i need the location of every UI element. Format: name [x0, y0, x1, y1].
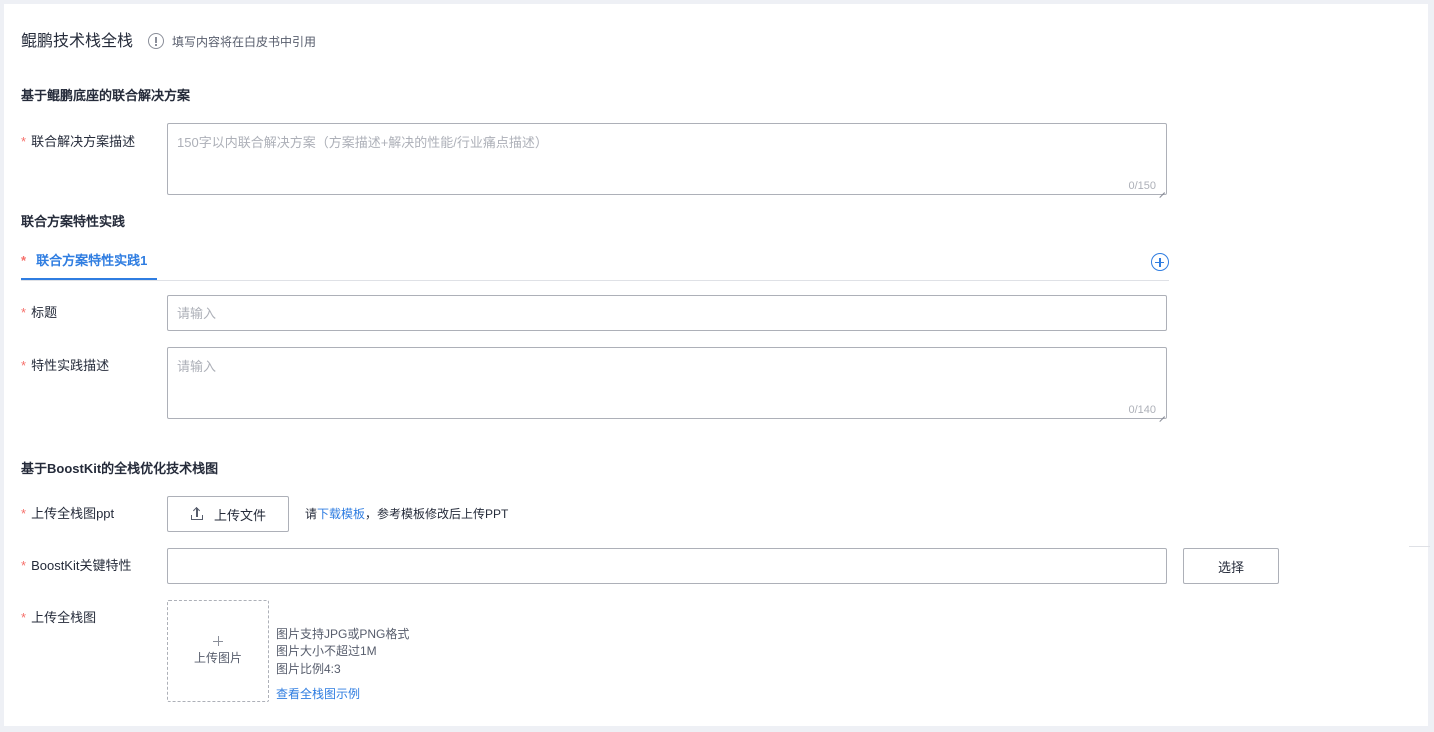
image-format-tip: 图片支持JPG或PNG格式	[276, 627, 410, 641]
practice-title-placeholder: 请输入	[177, 306, 217, 321]
ppt-upload-label-text: 上传全栈图ppt	[31, 506, 115, 521]
tab-feature-practice-1-label: 联合方案特性实践1	[36, 253, 148, 268]
tip-suffix: ，参考模板修改后上传PPT	[365, 507, 509, 521]
practice-title-label-text: 标题	[31, 305, 58, 320]
tab-feature-practice-1[interactable]: * 联合方案特性实践1	[21, 253, 147, 269]
info-icon	[148, 33, 164, 49]
tab-divider	[21, 280, 1169, 281]
image-size-tip: 图片大小不超过1M	[276, 644, 377, 658]
ppt-upload-label: * 上传全栈图ppt	[21, 506, 114, 522]
required-mark: *	[21, 253, 27, 268]
required-mark: *	[21, 305, 27, 320]
image-upload-label-text: 上传全栈图	[31, 610, 97, 625]
ppt-template-tip: 请下载模板，参考模板修改后上传PPT	[305, 507, 508, 521]
form-card: 鲲鹏技术栈全栈 填写内容将在白皮书中引用 基于鲲鹏底座的联合解决方案 * 联合解决…	[4, 4, 1428, 726]
practice-title-input[interactable]: 请输入	[167, 295, 1167, 331]
practice-desc-label: * 特性实践描述	[21, 358, 109, 374]
required-mark: *	[21, 506, 27, 521]
practice-desc-textarea[interactable]: 请输入 0/140	[167, 347, 1167, 419]
select-feature-button[interactable]: 选择	[1183, 548, 1279, 584]
add-tab-icon[interactable]	[1151, 253, 1169, 271]
resize-handle-icon[interactable]	[1159, 411, 1165, 417]
section-title-feature-practice: 联合方案特性实践	[21, 214, 126, 229]
solution-desc-textarea[interactable]: 150字以内联合解决方案（方案描述+解决的性能/行业痛点描述） 0/150	[167, 123, 1167, 195]
required-mark: *	[21, 610, 27, 625]
page-title: 鲲鹏技术栈全栈	[21, 33, 134, 50]
practice-desc-label-text: 特性实践描述	[31, 358, 110, 373]
practice-desc-placeholder: 请输入	[177, 359, 217, 374]
boostkit-feature-input[interactable]	[167, 548, 1167, 584]
side-divider	[1409, 546, 1430, 547]
download-template-link[interactable]: 下载模板	[317, 507, 365, 521]
tip-prefix: 请	[305, 507, 318, 521]
section-title-boostkit: 基于BoostKit的全栈优化技术栈图	[21, 461, 219, 476]
upload-file-button-label: 上传文件	[213, 507, 266, 523]
solution-desc-label-text: 联合解决方案描述	[31, 134, 136, 149]
resize-handle-icon[interactable]	[1159, 187, 1165, 193]
upload-icon	[190, 507, 204, 521]
required-mark: *	[21, 358, 27, 373]
plus-icon	[213, 636, 223, 646]
boostkit-feature-label: * BoostKit关键特性	[21, 558, 131, 574]
view-example-link[interactable]: 查看全栈图示例	[276, 687, 360, 701]
image-ratio-tip: 图片比例4:3	[276, 662, 341, 676]
required-mark: *	[21, 134, 27, 149]
boostkit-feature-label-text: BoostKit关键特性	[31, 558, 132, 573]
upload-file-button[interactable]: 上传文件	[167, 496, 289, 532]
solution-desc-label: * 联合解决方案描述	[21, 134, 135, 150]
image-upload-label: * 上传全栈图	[21, 610, 96, 626]
upload-image-label: 上传图片	[193, 651, 242, 665]
section-title-solution: 基于鲲鹏底座的联合解决方案	[21, 88, 191, 103]
header-hint: 填写内容将在白皮书中引用	[172, 35, 317, 49]
solution-desc-counter: 0/150	[1128, 180, 1156, 192]
solution-desc-placeholder: 150字以内联合解决方案（方案描述+解决的性能/行业痛点描述）	[177, 135, 548, 150]
required-mark: *	[21, 558, 27, 573]
tab-active-indicator	[21, 278, 157, 280]
practice-title-label: * 标题	[21, 305, 57, 321]
upload-image-box[interactable]: 上传图片	[167, 600, 269, 702]
practice-desc-counter: 0/140	[1128, 404, 1156, 416]
